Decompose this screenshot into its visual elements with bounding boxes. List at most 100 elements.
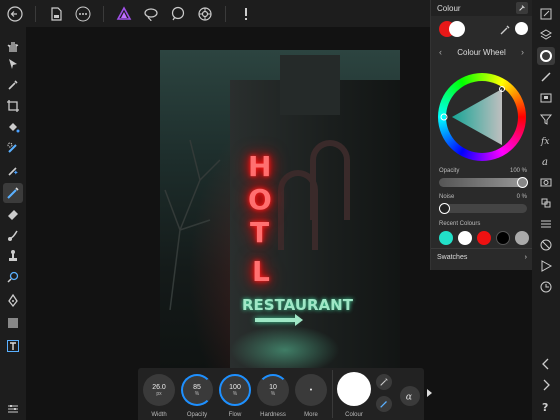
flood-fill-tool[interactable]: [3, 117, 23, 137]
crop-tool[interactable]: [3, 96, 23, 116]
redo-button[interactable]: [537, 376, 555, 394]
recent-colour-swatch[interactable]: [458, 231, 472, 245]
lasso-selection-button[interactable]: [139, 3, 163, 25]
restaurant-sign: RESTAURANT: [242, 296, 353, 314]
channels-button[interactable]: [537, 194, 555, 212]
fx-icon: fx: [540, 137, 549, 147]
hardness-unit: %: [270, 390, 276, 397]
recent-colour-swatch[interactable]: [439, 231, 453, 245]
eraser-tool[interactable]: [3, 204, 23, 224]
ellipsis-icon: [75, 6, 91, 21]
opacity-dial-label: Opacity: [186, 412, 208, 418]
hand-tool[interactable]: [3, 36, 23, 56]
building-tower: [280, 55, 340, 115]
hardness-dial[interactable]: 10 %: [257, 374, 289, 406]
neon-letter-l: L: [252, 255, 270, 288]
expand-toolbar-arrow-icon[interactable]: [427, 389, 432, 397]
clone-tool[interactable]: [3, 246, 23, 266]
styles-button[interactable]: a: [537, 152, 555, 170]
eyedropper-icon: [8, 80, 18, 90]
colour-picker-button[interactable]: [499, 23, 511, 35]
width-dial[interactable]: 26.0 px: [143, 374, 175, 406]
opacity-slider-knob[interactable]: [517, 177, 528, 188]
more-label: More: [304, 412, 318, 418]
neon-arrow: [255, 318, 297, 322]
noise-slider[interactable]: [439, 203, 527, 214]
recent-colour-swatch[interactable]: [477, 231, 491, 245]
pin-button[interactable]: [516, 2, 528, 14]
text-icon: [7, 340, 19, 352]
colour-triangle[interactable]: [438, 73, 526, 161]
text-tool[interactable]: [3, 336, 23, 356]
dodge-tool[interactable]: [3, 267, 23, 287]
chevron-left-icon[interactable]: ‹: [439, 47, 442, 57]
pin-icon: [519, 5, 525, 11]
flow-unit: %: [232, 390, 238, 397]
brush-context-toolbar: 26.0 px Width 85 % Opacity 100 % Flow 10…: [138, 368, 424, 420]
edit-studio-button[interactable]: [537, 5, 555, 23]
play-macro-button[interactable]: [537, 257, 555, 275]
neon-letter-h: H: [248, 150, 272, 183]
more-dial[interactable]: •: [295, 374, 327, 406]
alpha-lock-button[interactable]: α: [400, 386, 420, 406]
brush-colour-swatch[interactable]: [337, 372, 371, 406]
flow-dial[interactable]: 100 %: [219, 374, 251, 406]
brush-icon: [380, 401, 387, 408]
colour-picker-small-button[interactable]: [376, 374, 392, 390]
info-button[interactable]: [234, 3, 258, 25]
opacity-unit: %: [194, 390, 200, 397]
rectangle-tool[interactable]: [3, 313, 23, 333]
back-button[interactable]: [3, 3, 27, 25]
opacity-dial[interactable]: 85 %: [181, 374, 213, 406]
secondary-colour-swatch[interactable]: [449, 21, 465, 37]
move-tool[interactable]: [3, 54, 23, 74]
noise-slider-knob[interactable]: [439, 203, 450, 214]
panel-title: Colour: [437, 3, 461, 13]
brushes-button[interactable]: [537, 68, 555, 86]
colour-studio-button[interactable]: [537, 47, 555, 65]
speech-bubble-icon: [171, 6, 185, 20]
eraser-icon: [8, 210, 18, 220]
paint-brush-tool[interactable]: [3, 183, 23, 203]
opacity-slider[interactable]: [439, 177, 528, 188]
brush-mode-button[interactable]: [376, 396, 392, 412]
more-options-button[interactable]: [71, 3, 95, 25]
undo-button[interactable]: [537, 355, 555, 373]
selection-brush-tool[interactable]: [3, 138, 23, 158]
color-picker-tool[interactable]: [3, 75, 23, 95]
right-toolbar: fx a ?: [532, 0, 560, 420]
recent-colour-swatch[interactable]: [515, 231, 529, 245]
speech-bubble-button[interactable]: [166, 3, 190, 25]
macros-button[interactable]: [537, 236, 555, 254]
refine-button[interactable]: [193, 3, 217, 25]
divider: [35, 5, 36, 22]
inpainting-tool[interactable]: [3, 161, 23, 181]
eyedropper-icon: [500, 25, 510, 35]
selection-brush-icon: [7, 142, 17, 153]
transform-button[interactable]: [537, 215, 555, 233]
history-button[interactable]: [537, 278, 555, 296]
paint-brush-icon: [7, 187, 19, 199]
settings-slider-button[interactable]: [3, 399, 23, 419]
layers-button[interactable]: [537, 26, 555, 44]
colour-wheel[interactable]: [438, 73, 526, 161]
adjustments-button[interactable]: [537, 110, 555, 128]
lasso-icon: [144, 7, 158, 21]
selected-colour-swatch[interactable]: [515, 22, 528, 35]
chevron-right-icon[interactable]: ›: [521, 47, 524, 57]
smudge-tool[interactable]: [3, 225, 23, 245]
effects-button[interactable]: fx: [537, 131, 555, 149]
help-button[interactable]: ?: [537, 397, 555, 415]
edit-square-icon: [540, 8, 552, 20]
document-button[interactable]: [44, 3, 68, 25]
colour-mode-selector[interactable]: ‹ Colour Wheel ›: [435, 44, 528, 60]
recent-colour-swatch[interactable]: [496, 231, 510, 245]
persona-button[interactable]: [112, 3, 136, 25]
stock-button[interactable]: [537, 173, 555, 191]
navigator-button[interactable]: [537, 89, 555, 107]
swatches-row[interactable]: Swatches ›: [431, 248, 533, 266]
pen-nib-icon: [8, 293, 18, 307]
pen-tool[interactable]: [3, 290, 23, 310]
canvas-image[interactable]: H O T L RESTAURANT: [160, 50, 400, 370]
funnel-icon: [539, 114, 553, 125]
